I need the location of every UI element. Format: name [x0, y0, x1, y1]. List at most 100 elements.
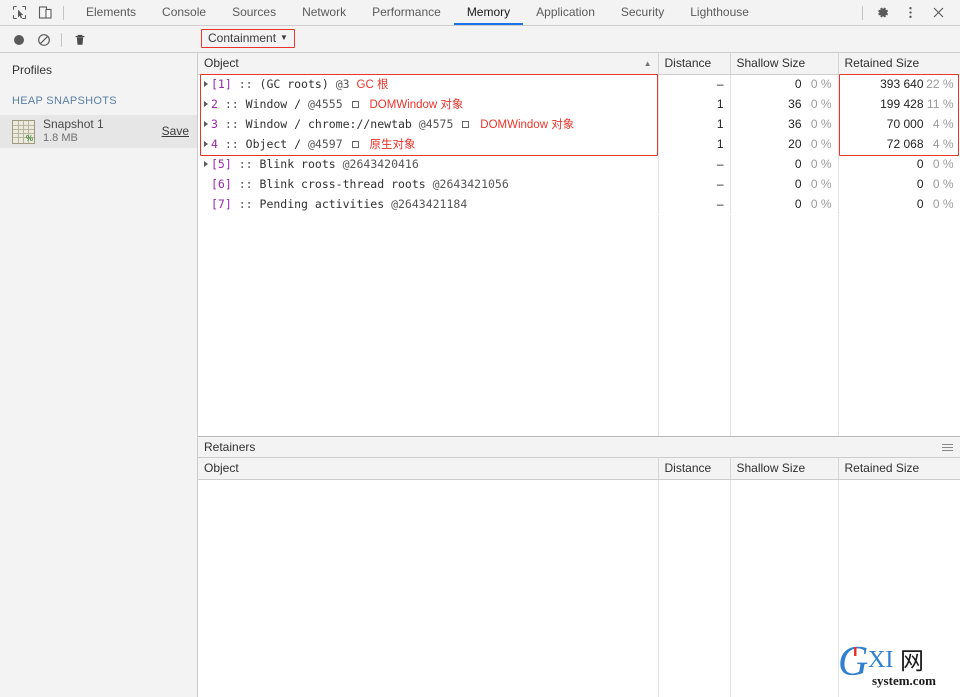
column-label: Shallow Size [736, 461, 806, 476]
table-row[interactable]: 3 :: Window / chrome://newtab @4575 DOMW… [198, 114, 960, 134]
shallow-value: 0 [794, 157, 802, 171]
expand-triangle-icon[interactable] [204, 141, 208, 147]
column-label: Retained Size [844, 56, 920, 71]
cell-object[interactable]: 4 :: Object / @4597 原生对象 [198, 134, 659, 154]
row-separator: :: [224, 117, 239, 131]
retained-percent: 0 % [932, 197, 954, 211]
shallow-value: 0 [794, 197, 802, 211]
tab-performance[interactable]: Performance [359, 0, 454, 25]
more-options-icon[interactable] [896, 1, 924, 25]
inspect-element-icon[interactable] [6, 1, 32, 25]
cell-retained-size: 0 0 % [838, 154, 960, 174]
cell-retained-size: 72 068 4 % [838, 134, 960, 154]
cell-object[interactable]: [5] :: Blink roots @2643420416 [198, 154, 659, 174]
column-header-retained-size[interactable]: Retained Size [838, 53, 960, 75]
delete-button[interactable] [67, 28, 92, 52]
close-devtools-icon[interactable] [924, 1, 952, 25]
column-label: Retained Size [844, 461, 920, 476]
memory-toolbar: Containment ▼ [0, 26, 960, 53]
cell-distance: 1 [658, 94, 731, 114]
column-header-object[interactable]: Object ▲ [198, 53, 659, 75]
cell-distance: – [658, 174, 731, 194]
cell-object[interactable]: 3 :: Window / chrome://newtab @4575 DOMW… [198, 114, 659, 134]
tab-application[interactable]: Application [523, 0, 608, 25]
expand-triangle-icon[interactable] [204, 101, 208, 107]
snapshot-text: Snapshot 1 1.8 MB [43, 117, 104, 146]
save-snapshot-link[interactable]: Save [162, 124, 189, 138]
shallow-percent: 0 % [810, 137, 832, 151]
column-header-shallow-size[interactable]: Shallow Size [730, 53, 839, 75]
row-index: [1] [211, 77, 232, 92]
tabbar-right-icons [857, 0, 960, 25]
toolbar-divider [61, 32, 62, 47]
row-index: 2 [211, 97, 218, 111]
cell-distance: 1 [658, 134, 731, 154]
shallow-value: 0 [794, 177, 802, 191]
table-row[interactable]: [6] :: Blink cross-thread roots @2643421… [198, 174, 960, 194]
chevron-down-icon: ▼ [280, 33, 288, 42]
column-header-shallow-size[interactable]: Shallow Size [730, 458, 839, 480]
table-row[interactable]: [1] :: (GC roots) @3 GC 根 – 0 0 % 393 640… [198, 74, 960, 94]
column-header-object[interactable]: Object [198, 458, 659, 480]
column-header-retained-size[interactable]: Retained Size [838, 458, 960, 480]
retained-value: 199 428 [880, 97, 924, 111]
column-header-distance[interactable]: Distance [658, 458, 731, 480]
table-row[interactable]: 4 :: Object / @4597 原生对象 1 20 0 % 72 068 4… [198, 134, 960, 154]
snapshot-size: 1.8 MB [43, 132, 78, 145]
row-separator: :: [238, 197, 253, 211]
retainers-menu-icon[interactable] [942, 443, 953, 451]
table-row[interactable]: 2 :: Window / @4555 DOMWindow 对象 1 36 0 %… [198, 94, 960, 114]
tab-console[interactable]: Console [149, 0, 219, 25]
tab-sources[interactable]: Sources [219, 0, 289, 25]
table-row[interactable]: [5] :: Blink roots @2643420416 – 00 % 00… [198, 154, 960, 174]
cell-shallow-size: 0 0 % [730, 174, 839, 194]
expand-triangle-icon[interactable] [204, 161, 208, 167]
row-object-name: Pending activities [259, 197, 385, 211]
heap-snapshot-grid: Object ▲ Distance Shallow Size Retained … [198, 53, 960, 436]
tab-elements[interactable]: Elements [73, 0, 149, 25]
expand-triangle-icon[interactable] [204, 121, 208, 127]
square-outline-icon [462, 121, 470, 128]
column-guide-retained [838, 215, 839, 436]
profiles-sidebar: Profiles HEAP SNAPSHOTS % Snapshot 1 1.8… [0, 53, 198, 697]
tab-label: Network [302, 4, 347, 19]
cell-object[interactable]: [7] :: Pending activities @2643421184 [198, 194, 659, 214]
tab-memory[interactable]: Memory [453, 0, 524, 25]
table-header-row: Object Distance Shallow Size Retained Si… [198, 458, 960, 480]
sidebar-item-snapshot-1[interactable]: % Snapshot 1 1.8 MB Save [0, 115, 197, 148]
cell-distance: – [658, 194, 731, 214]
row-index: [7] [211, 197, 232, 211]
column-guide-distance [658, 215, 659, 436]
row-object-name: Blink roots [259, 157, 336, 171]
cell-object[interactable]: [6] :: Blink cross-thread roots @2643421… [198, 174, 659, 194]
column-label: Object [204, 461, 239, 476]
retainers-column-guide-retained [838, 480, 839, 697]
row-object-id: @4555 [308, 97, 343, 111]
cell-retained-size: 70 000 4 % [838, 114, 960, 134]
device-toolbar-icon[interactable] [32, 1, 58, 25]
record-button[interactable] [6, 28, 31, 52]
cell-object[interactable]: 2 :: Window / @4555 DOMWindow 对象 [198, 94, 659, 114]
retained-percent: 4 % [932, 137, 954, 151]
view-select-containment[interactable]: Containment ▼ [201, 29, 295, 48]
clear-button[interactable] [31, 28, 56, 52]
cell-object[interactable]: [1] :: (GC roots) @3 GC 根 [198, 74, 659, 94]
shallow-value: 20 [788, 137, 802, 151]
tab-network[interactable]: Network [289, 0, 359, 25]
row-annotation: DOMWindow 对象 [480, 119, 575, 131]
expand-triangle-icon[interactable] [204, 81, 208, 88]
settings-gear-icon[interactable] [868, 1, 896, 25]
constructors-table-body: [1] :: (GC roots) @3 GC 根 – 00 % 393 640… [198, 74, 960, 214]
memory-toolbar-buttons [0, 26, 92, 53]
tab-label: Lighthouse [690, 4, 749, 19]
tab-security[interactable]: Security [608, 0, 677, 25]
cell-shallow-size: 36 0 % [730, 114, 839, 134]
table-row[interactable]: [7] :: Pending activities @2643421184 – … [198, 194, 960, 214]
retained-percent: 11 % [927, 97, 954, 111]
tab-lighthouse[interactable]: Lighthouse [677, 0, 762, 25]
retainers-column-guide-shallow [730, 480, 731, 697]
column-label: Shallow Size [736, 56, 806, 71]
devtools-tabbar: Elements Console Sources Network Perform… [0, 0, 960, 26]
row-separator: :: [238, 77, 253, 92]
column-header-distance[interactable]: Distance [658, 53, 731, 75]
